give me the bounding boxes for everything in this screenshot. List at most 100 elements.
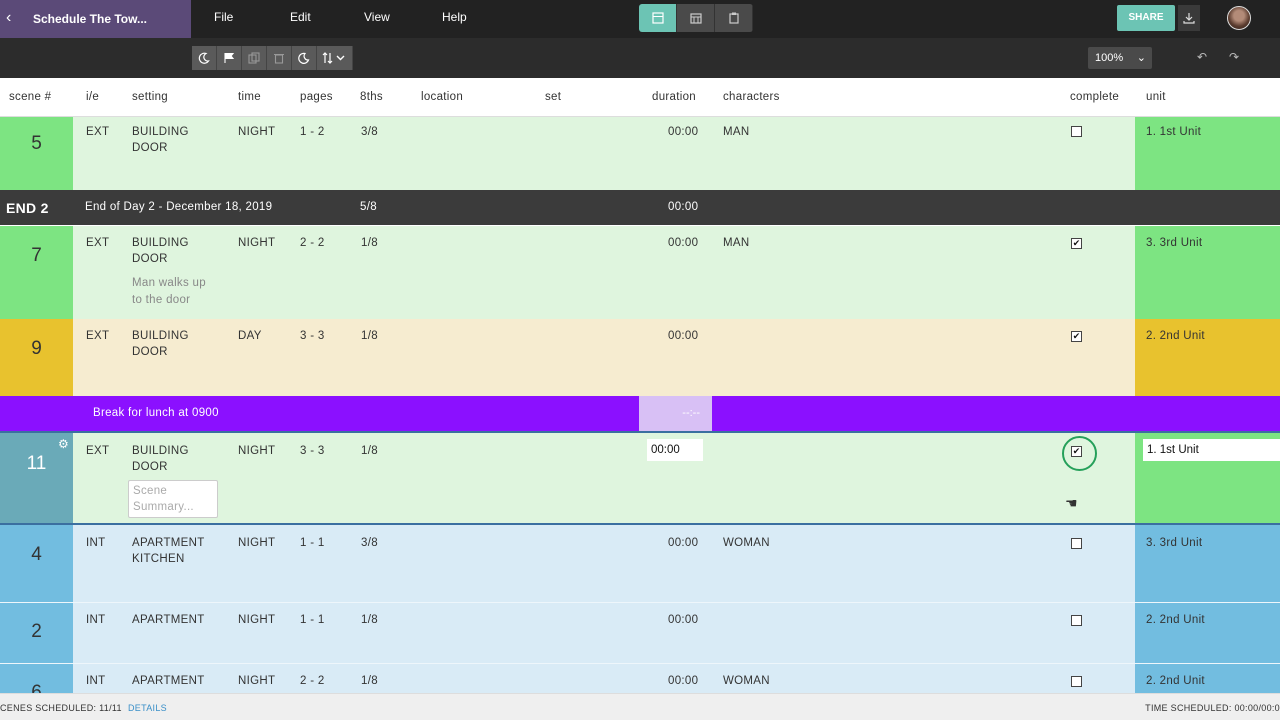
scene-strip[interactable]: 6 INT APARTMENT NIGHT 2 - 2 1/8 00:00 WO…	[0, 663, 1280, 693]
time-cell: DAY	[238, 330, 262, 342]
add-day-break-button[interactable]	[192, 46, 217, 70]
header-time[interactable]: time	[238, 78, 261, 117]
complete-checkbox[interactable]	[1071, 126, 1082, 137]
unit-cell[interactable]: 2. 2nd Unit	[1135, 664, 1280, 693]
header-ie[interactable]: i/e	[86, 78, 99, 117]
scene-number: 2	[0, 603, 73, 663]
setting-line-1: BUILDING	[132, 237, 189, 249]
complete-checkbox[interactable]	[1071, 615, 1082, 626]
ie-cell: EXT	[86, 126, 110, 138]
complete-checkbox[interactable]	[1071, 676, 1082, 687]
scene-strip[interactable]: 9 EXT BUILDING DOOR DAY 3 - 3 1/8 00:00 …	[0, 319, 1280, 396]
pages-cell: 1 - 2	[300, 126, 325, 138]
header-duration[interactable]: duration	[652, 78, 696, 117]
scene-strip[interactable]: 2 INT APARTMENT NIGHT 1 - 1 1/8 00:00 2.…	[0, 602, 1280, 663]
unit-label: 3. 3rd Unit	[1146, 237, 1203, 249]
time-cell: NIGHT	[238, 237, 276, 249]
header-pages[interactable]: pages	[300, 78, 333, 117]
back-chevron-icon[interactable]: ‹	[6, 0, 20, 38]
setting-line-2: DOOR	[132, 346, 168, 358]
unit-cell[interactable]: 3. 3rd Unit	[1135, 525, 1280, 602]
menu-edit[interactable]: Edit	[290, 0, 311, 38]
header-eighths[interactable]: 8ths	[360, 78, 383, 117]
scene-number: 5	[0, 117, 73, 190]
header-unit[interactable]: unit	[1146, 78, 1166, 117]
menu-view[interactable]: View	[364, 0, 390, 38]
day-end-label: END 2	[6, 200, 49, 216]
unit-cell[interactable]: 3. 3rd Unit	[1135, 226, 1280, 319]
complete-checkbox[interactable]: ✔	[1071, 446, 1082, 457]
duration-input[interactable]: 00:00	[647, 439, 703, 461]
pages-cell: 3 - 3	[300, 330, 325, 342]
download-icon	[1183, 13, 1195, 24]
zoom-select[interactable]: 100% ⌄	[1088, 47, 1152, 69]
stripboard-view-button[interactable]	[639, 4, 677, 32]
unit-label: 2. 2nd Unit	[1146, 614, 1205, 626]
menu-file[interactable]: File	[214, 0, 233, 38]
duration-cell: 00:00	[668, 537, 699, 549]
setting-line-1: BUILDING	[132, 445, 189, 457]
document-title[interactable]: Schedule The Tow...	[0, 0, 191, 38]
calendar-icon	[689, 13, 702, 24]
gear-icon[interactable]: ⚙	[58, 437, 69, 451]
complete-checkbox[interactable]	[1071, 538, 1082, 549]
download-button[interactable]	[1178, 5, 1200, 31]
scene-summary-line-1[interactable]: Man walks up	[132, 275, 206, 292]
scene-summary-input[interactable]: Scene Summary...	[128, 480, 218, 518]
unit-cell[interactable]: 2. 2nd Unit	[1135, 603, 1280, 663]
duration-cell: 00:00	[668, 330, 699, 342]
view-switcher	[639, 4, 753, 32]
scene-strip-selected[interactable]: 11 ⚙ EXT BUILDING DOOR Scene Summary... …	[0, 431, 1280, 525]
setting-line-1: BUILDING	[132, 126, 189, 138]
time-scheduled: TIME SCHEDULED: 00:00/00:0	[1145, 703, 1280, 713]
unit-cell[interactable]: 1. 1st Unit	[1135, 433, 1280, 523]
break-duration[interactable]: --:--	[639, 396, 712, 431]
header-set[interactable]: set	[545, 78, 561, 117]
header-setting[interactable]: setting	[132, 78, 168, 117]
night-toggle-button[interactable]	[292, 46, 317, 70]
duration-cell: 00:00	[668, 614, 699, 626]
scene-strip[interactable]: 7 EXT BUILDING DOOR Man walks up to the …	[0, 226, 1280, 319]
setting-line-1: APARTMENT	[132, 614, 205, 626]
hand-cursor-icon: ☚	[1065, 495, 1078, 511]
complete-checkbox[interactable]: ✔	[1071, 331, 1082, 342]
day-break-strip[interactable]: END 2 End of Day 2 - December 18, 2019 5…	[0, 190, 1280, 225]
share-button[interactable]: SHARE	[1117, 5, 1175, 31]
header-scene[interactable]: scene #	[9, 78, 51, 117]
unit-cell[interactable]: 1. 1st Unit	[1135, 117, 1280, 190]
header-complete[interactable]: complete	[1070, 78, 1119, 117]
redo-icon[interactable]: ↷	[1229, 50, 1239, 64]
complete-checkbox[interactable]: ✔	[1071, 238, 1082, 249]
header-location[interactable]: location	[421, 78, 463, 117]
time-cell: NIGHT	[238, 445, 276, 457]
user-avatar[interactable]	[1227, 6, 1251, 30]
report-view-button[interactable]	[715, 4, 753, 32]
break-banner-strip[interactable]: Break for lunch at 0900 --:--	[0, 396, 1280, 431]
pages-cell: 1 - 1	[300, 537, 325, 549]
header-characters[interactable]: characters	[723, 78, 780, 117]
undo-icon[interactable]: ↶	[1197, 50, 1207, 64]
duration-cell: 00:00	[668, 675, 699, 687]
menu-help[interactable]: Help	[442, 0, 467, 38]
scene-strip[interactable]: 4 INT APARTMENT KITCHEN NIGHT 1 - 1 3/8 …	[0, 525, 1280, 602]
details-link[interactable]: DETAILS	[128, 703, 167, 713]
unit-select[interactable]: 1. 1st Unit	[1143, 439, 1280, 461]
unit-label: 3. 3rd Unit	[1146, 537, 1203, 549]
status-footer: CENES SCHEDULED: 11/11 DETAILS TIME SCHE…	[0, 693, 1280, 720]
scene-summary-line-2[interactable]: to the door	[132, 292, 190, 309]
sort-button[interactable]	[317, 46, 353, 70]
calendar-view-button[interactable]	[677, 4, 715, 32]
pages-cell: 1 - 1	[300, 614, 325, 626]
break-text: Break for lunch at 0900	[93, 407, 219, 419]
setting-line-1: APARTMENT	[132, 675, 205, 687]
unit-cell[interactable]: 2. 2nd Unit	[1135, 319, 1280, 396]
zoom-value: 100%	[1095, 52, 1124, 64]
scenes-scheduled: CENES SCHEDULED: 11/11	[0, 703, 122, 713]
delete-button[interactable]	[267, 46, 292, 70]
add-banner-button[interactable]	[217, 46, 242, 70]
setting-line-2: DOOR	[132, 461, 168, 473]
scene-strip[interactable]: 5 EXT BUILDING DOOR NIGHT 1 - 2 3/8 00:0…	[0, 117, 1280, 190]
duplicate-button[interactable]	[242, 46, 267, 70]
ie-cell: EXT	[86, 330, 110, 342]
setting-line-2: KITCHEN	[132, 553, 185, 565]
